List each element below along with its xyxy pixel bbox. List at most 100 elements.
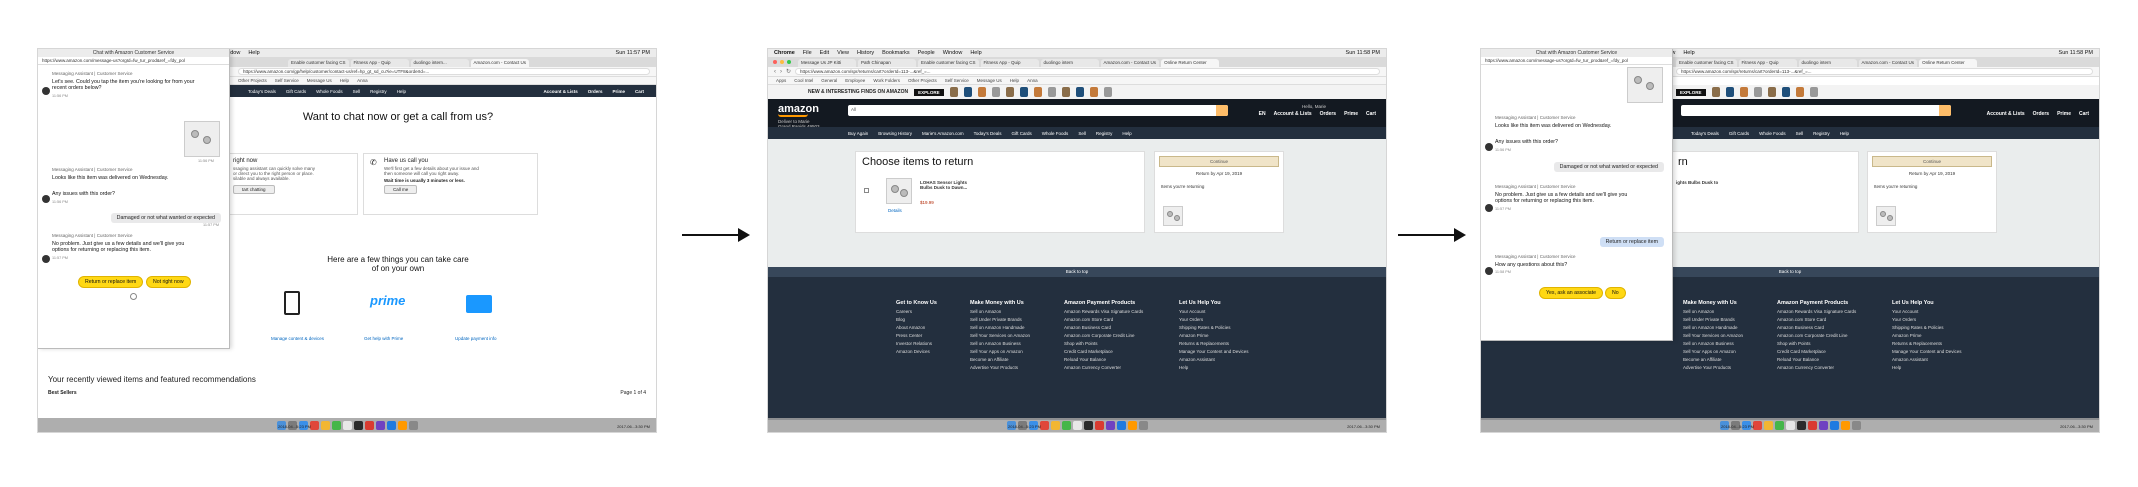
- nav-link[interactable]: Today's Deals: [974, 131, 1002, 136]
- nav-link[interactable]: Registry: [1096, 131, 1113, 136]
- nav-link[interactable]: Buy Again: [848, 131, 868, 136]
- tab[interactable]: Amazon.com - Contact Us: [1100, 59, 1160, 67]
- return-or-replace-button[interactable]: Return or replace item: [78, 276, 144, 288]
- manage-devices-link[interactable]: Manage content & devices: [271, 336, 324, 341]
- footer-link[interactable]: Amazon.com Store Card: [1777, 316, 1856, 324]
- menu-history[interactable]: History: [857, 50, 874, 56]
- messages-icon[interactable]: [1774, 420, 1784, 430]
- trash-icon[interactable]: [1138, 420, 1148, 430]
- footer-link[interactable]: Become an Affiliate: [1683, 356, 1743, 364]
- footer-link[interactable]: Sell Under Private Brands: [1683, 316, 1743, 324]
- footer-link[interactable]: Returns & Replacements: [1892, 340, 1962, 348]
- menubar-clock[interactable]: Sun 11:58 PM: [2059, 50, 2093, 56]
- footer-link[interactable]: Amazon Business Card: [1777, 324, 1856, 332]
- bookmark[interactable]: Anna: [357, 78, 368, 83]
- footer-link[interactable]: Credit Card Marketplace: [1064, 348, 1143, 356]
- footer-link[interactable]: Sell Your Apps on Amazon: [970, 348, 1030, 356]
- orders-link[interactable]: Orders: [588, 89, 603, 94]
- nav-link[interactable]: Today's Deals: [248, 89, 276, 94]
- terminal-icon[interactable]: [1083, 420, 1093, 430]
- menu-chrome[interactable]: Chrome: [774, 50, 795, 56]
- footer-link[interactable]: Sell on Amazon: [970, 308, 1030, 316]
- explore-button[interactable]: EXPLORE: [1676, 88, 1706, 96]
- footer-link[interactable]: Your Orders: [1892, 316, 1962, 324]
- app-icon[interactable]: [1105, 420, 1115, 430]
- nav-link[interactable]: Sell: [1796, 131, 1804, 136]
- search-icon[interactable]: [1939, 105, 1951, 116]
- nav-link[interactable]: Gift Cards: [1012, 131, 1032, 136]
- orders-link[interactable]: Orders: [1320, 111, 1336, 117]
- footer-link[interactable]: Returns & Replacements: [1179, 340, 1249, 348]
- footer-link[interactable]: Sell Your Services on Amazon: [1683, 332, 1743, 340]
- notes-icon[interactable]: [1763, 420, 1773, 430]
- bookmark[interactable]: Self Service: [275, 78, 299, 83]
- bookmark[interactable]: Help: [340, 78, 349, 83]
- order-item-thumbnail[interactable]: [1627, 67, 1663, 103]
- footer-link[interactable]: Amazon.com Corporate Credit Line: [1064, 332, 1143, 340]
- menu-file[interactable]: File: [803, 50, 812, 56]
- calendar-icon[interactable]: [342, 420, 352, 430]
- ask-associate-button[interactable]: Yes, ask an associate: [1539, 287, 1603, 299]
- menubar-clock[interactable]: Sun 11:57 PM: [616, 50, 650, 56]
- app-icon[interactable]: [1829, 420, 1839, 430]
- cart-link[interactable]: Cart: [2079, 111, 2089, 117]
- footer-link[interactable]: Amazon Rewards Visa Signature Cards: [1064, 308, 1143, 316]
- start-chatting-button[interactable]: tart chatting: [233, 185, 275, 194]
- footer-link[interactable]: Advertise Your Products: [1683, 364, 1743, 372]
- account-lists[interactable]: Account & Lists: [1274, 111, 1312, 117]
- account-lists[interactable]: Account & Lists: [1987, 111, 2025, 117]
- menu-help[interactable]: Help: [970, 50, 981, 56]
- reload-icon[interactable]: ↻: [786, 68, 791, 75]
- no-button[interactable]: No: [1605, 287, 1626, 299]
- bookmark[interactable]: Other Projects: [908, 78, 937, 83]
- nav-link[interactable]: Sell: [1078, 131, 1086, 136]
- footer-link[interactable]: Sell Your Services on Amazon: [970, 332, 1030, 340]
- footer-link[interactable]: Amazon Assistant: [1892, 356, 1962, 364]
- footer-link[interactable]: Careers: [896, 308, 937, 316]
- footer-link[interactable]: Amazon.com Corporate Credit Line: [1777, 332, 1856, 340]
- close-window-icon[interactable]: [773, 60, 777, 64]
- footer-link[interactable]: Blog: [896, 316, 937, 324]
- footer-link[interactable]: Reload Your Balance: [1777, 356, 1856, 364]
- menu-edit[interactable]: Edit: [820, 50, 829, 56]
- footer-link[interactable]: About Amazon: [896, 324, 937, 332]
- menu-help[interactable]: Help: [248, 50, 259, 56]
- prime-link[interactable]: Prime: [2057, 111, 2071, 117]
- footer-link[interactable]: Sell on Amazon Handmade: [1683, 324, 1743, 332]
- cart-link[interactable]: Cart: [635, 89, 644, 94]
- url-field[interactable]: https://www.amazon.com/spr/returns/cart?…: [795, 68, 1380, 75]
- amazon-logo[interactable]: amazon: [778, 103, 819, 117]
- bookmark[interactable]: General: [821, 78, 837, 83]
- nav-link[interactable]: Browsing History: [878, 131, 912, 136]
- minimize-window-icon[interactable]: [780, 60, 784, 64]
- footer-link[interactable]: Amazon Devices: [896, 348, 937, 356]
- nav-link[interactable]: Gift Cards: [286, 89, 306, 94]
- nav-link[interactable]: Whole Foods: [1042, 131, 1069, 136]
- nav-link[interactable]: Help: [397, 89, 406, 94]
- nav-link[interactable]: Sell: [353, 89, 361, 94]
- tab[interactable]: duolingo intern...: [410, 59, 469, 67]
- footer-link[interactable]: Help: [1892, 364, 1962, 372]
- tab[interactable]: Path Chinapan: [858, 59, 916, 67]
- search-category[interactable]: All: [851, 107, 856, 112]
- terminal-icon[interactable]: [353, 420, 363, 430]
- item-name[interactable]: ights Bulbs Dusk to: [1676, 180, 1718, 185]
- prime-help-link[interactable]: Get help with Prime: [364, 336, 403, 341]
- footer-link[interactable]: Press Center: [896, 332, 937, 340]
- url-field[interactable]: https://www.amazon.com/spr/returns/cart?…: [1676, 68, 2093, 75]
- order-item-thumbnail[interactable]: [184, 121, 220, 157]
- bookmark[interactable]: Self Service: [945, 78, 969, 83]
- payment-info-link[interactable]: Update payment info: [455, 336, 497, 341]
- item-name[interactable]: LOHAS Sensor Lights Bulbs Dusk to Dawn..…: [920, 180, 980, 190]
- url-field[interactable]: https://www.amazon.com/gp/help/customer/…: [238, 68, 650, 75]
- bookmark[interactable]: Employee: [845, 78, 865, 83]
- tab-active[interactable]: Online Return Center: [1919, 59, 1978, 67]
- prime-link[interactable]: Prime: [612, 89, 625, 94]
- app-icon[interactable]: [375, 420, 385, 430]
- tab[interactable]: duolingo intern: [1040, 59, 1099, 67]
- footer-link[interactable]: Sell Under Private Brands: [970, 316, 1030, 324]
- footer-link[interactable]: Amazon Prime: [1892, 332, 1962, 340]
- back-icon[interactable]: ‹: [774, 69, 776, 75]
- trash-icon[interactable]: [1851, 420, 1861, 430]
- footer-link[interactable]: Sell on Amazon Business: [1683, 340, 1743, 348]
